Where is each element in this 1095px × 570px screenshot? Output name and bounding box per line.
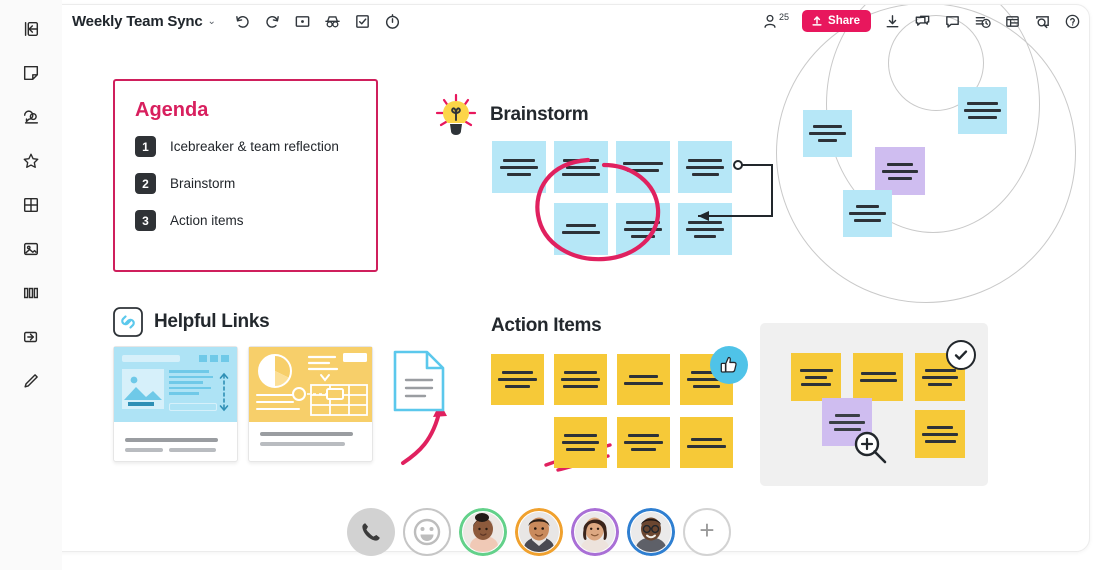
comment-icon[interactable] bbox=[16, 102, 46, 132]
undo-icon[interactable] bbox=[234, 13, 251, 30]
phone-call-button[interactable] bbox=[347, 508, 395, 556]
sticky-note[interactable] bbox=[617, 354, 670, 405]
pen-icon[interactable] bbox=[16, 366, 46, 396]
agenda-item[interactable]: 3 Action items bbox=[135, 210, 356, 231]
sticky-note[interactable] bbox=[617, 417, 670, 468]
sticky-note[interactable] bbox=[616, 203, 670, 255]
agenda-item[interactable]: 2 Brainstorm bbox=[135, 173, 356, 194]
phone-icon bbox=[362, 523, 380, 541]
top-toolbar-right[interactable]: 25 Share bbox=[762, 10, 1081, 32]
chat-icon[interactable] bbox=[914, 13, 931, 30]
sticky-note[interactable] bbox=[803, 110, 852, 157]
timer-icon[interactable] bbox=[384, 13, 401, 30]
help-icon[interactable] bbox=[1064, 13, 1081, 30]
avatar-person-3[interactable] bbox=[571, 508, 619, 556]
zoom-in-cursor[interactable] bbox=[853, 430, 889, 466]
action-items-title: Action Items bbox=[491, 315, 602, 336]
smiley-icon bbox=[413, 518, 441, 546]
add-collaborator-button[interactable]: + bbox=[683, 508, 731, 556]
agenda-item-number: 3 bbox=[135, 210, 156, 231]
search-icon[interactable] bbox=[1034, 13, 1051, 30]
link-icon bbox=[113, 307, 143, 337]
agenda-item[interactable]: 1 Icebreaker & team reflection bbox=[135, 136, 356, 157]
avatar-person-1[interactable] bbox=[459, 508, 507, 556]
apps-icon[interactable] bbox=[1004, 13, 1021, 30]
document-icon[interactable] bbox=[393, 350, 445, 412]
sticky-note[interactable] bbox=[554, 203, 608, 255]
redo-icon[interactable] bbox=[264, 13, 281, 30]
agenda-item-number: 2 bbox=[135, 173, 156, 194]
sticky-note-icon[interactable] bbox=[16, 58, 46, 88]
active-users-number: 25 bbox=[779, 12, 790, 22]
agenda-item-label: Brainstorm bbox=[170, 176, 236, 191]
brainstorm-heading: Brainstorm bbox=[433, 93, 589, 137]
agenda-title: Agenda bbox=[135, 99, 209, 121]
sticky-note[interactable] bbox=[492, 141, 546, 193]
sticky-note[interactable] bbox=[491, 354, 544, 405]
agenda-item-label: Action items bbox=[170, 213, 244, 228]
sticky-note[interactable] bbox=[554, 141, 608, 193]
whiteboard-app: Agenda 1 Icebreaker & team reflection 2 … bbox=[0, 0, 1095, 570]
activity-icon[interactable] bbox=[974, 13, 991, 30]
check-badge[interactable] bbox=[946, 340, 976, 370]
sticky-note[interactable] bbox=[791, 353, 841, 401]
sticky-note[interactable] bbox=[616, 141, 670, 193]
share-button[interactable]: Share bbox=[802, 10, 871, 32]
star-icon[interactable] bbox=[16, 146, 46, 176]
collaborator-bar[interactable]: + bbox=[347, 508, 731, 556]
presentation-icon[interactable] bbox=[294, 13, 311, 30]
avatar-person-4[interactable] bbox=[627, 508, 675, 556]
agenda-item-label: Icebreaker & team reflection bbox=[170, 139, 339, 154]
sticky-note[interactable] bbox=[678, 203, 732, 255]
document-title[interactable]: Weekly Team Sync bbox=[72, 13, 203, 30]
agenda-card[interactable]: Agenda 1 Icebreaker & team reflection 2 … bbox=[113, 79, 378, 272]
brainstorm-title: Brainstorm bbox=[490, 104, 589, 125]
sticky-note[interactable] bbox=[554, 354, 607, 405]
helpful-links-title: Helpful Links bbox=[154, 311, 270, 332]
link-preview-webpage[interactable] bbox=[113, 346, 238, 462]
thumbs-up-reaction[interactable] bbox=[710, 346, 748, 384]
voting-icon[interactable] bbox=[354, 13, 371, 30]
download-icon[interactable] bbox=[884, 13, 901, 30]
top-toolbar[interactable]: Weekly Team Sync ⌄ 25 Share bbox=[62, 0, 1095, 42]
left-toolbar[interactable] bbox=[0, 0, 62, 570]
sticky-note[interactable] bbox=[853, 353, 903, 401]
whiteboard-canvas[interactable]: Agenda 1 Icebreaker & team reflection 2 … bbox=[47, 4, 1090, 552]
helpful-links-heading: Helpful Links bbox=[113, 307, 270, 337]
lightbulb-icon bbox=[433, 93, 479, 137]
comments-icon[interactable] bbox=[944, 13, 961, 30]
chevron-down-icon[interactable]: ⌄ bbox=[207, 16, 215, 27]
share-button-label: Share bbox=[828, 15, 860, 27]
link-preview-dashboard[interactable] bbox=[248, 346, 373, 462]
sticky-note[interactable] bbox=[915, 410, 965, 458]
sticky-note[interactable] bbox=[680, 417, 733, 468]
sticky-note[interactable] bbox=[843, 190, 892, 237]
sticky-note[interactable] bbox=[554, 417, 607, 468]
image-icon[interactable] bbox=[16, 234, 46, 264]
avatar-person-2[interactable] bbox=[515, 508, 563, 556]
anonymous-icon[interactable] bbox=[324, 13, 341, 30]
add-collaborator-label: + bbox=[699, 515, 715, 545]
sticky-note[interactable] bbox=[958, 87, 1007, 134]
agenda-item-number: 1 bbox=[135, 136, 156, 157]
sticky-note[interactable] bbox=[678, 141, 732, 193]
board-action-icons[interactable] bbox=[234, 13, 401, 30]
collapse-panel-icon[interactable] bbox=[16, 14, 46, 44]
frame-icon[interactable] bbox=[16, 322, 46, 352]
grid-icon[interactable] bbox=[16, 190, 46, 220]
columns-icon[interactable] bbox=[16, 278, 46, 308]
reactions-button[interactable] bbox=[403, 508, 451, 556]
sticky-note[interactable] bbox=[875, 147, 925, 195]
active-users-count[interactable]: 25 bbox=[762, 12, 790, 29]
action-items-heading: Action Items bbox=[491, 315, 602, 337]
